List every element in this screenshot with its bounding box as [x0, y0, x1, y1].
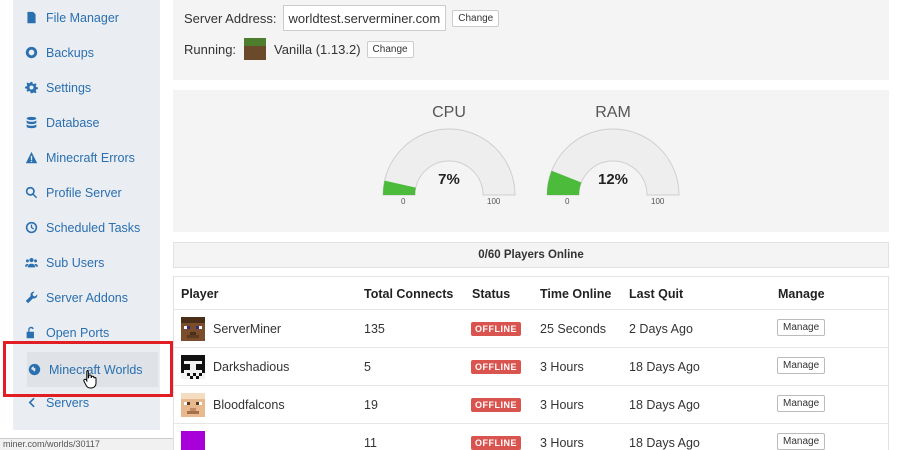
unlock-icon [24, 326, 38, 340]
users-icon [24, 256, 38, 270]
sidebar-item-database[interactable]: Database [13, 105, 160, 140]
sidebar-item-scheduled-tasks[interactable]: Scheduled Tasks [13, 210, 160, 245]
status-badge: OFFLINE [471, 398, 521, 412]
players-table: Player Total Connects Status Time Online… [173, 276, 889, 450]
player-connects: 135 [364, 322, 385, 336]
table-row: Bloodfalcons 19 OFFLINE 3 Hours 18 Days … [174, 385, 888, 423]
grass-block-icon [244, 38, 267, 60]
player-last-quit: 2 Days Ago [629, 322, 693, 336]
ram-gauge-min: 0 [565, 197, 570, 206]
sidebar-item-sub-users[interactable]: Sub Users [13, 245, 160, 280]
resource-gauges-panel: CPU 7% 0 100 RAM 12% 0 100 [173, 90, 889, 232]
sidebar-item-label: File Manager [46, 10, 119, 25]
column-header-total-connects: Total Connects [364, 287, 454, 301]
sidebar-item-label: Database [46, 115, 100, 130]
sidebar-item-label: Backups [46, 45, 94, 60]
globe-icon [27, 363, 41, 377]
table-row: Darkshadious 5 OFFLINE 3 Hours 18 Days A… [174, 347, 888, 385]
sidebar-item-file-manager[interactable]: File Manager [13, 0, 160, 35]
column-header-player: Player [181, 287, 219, 301]
sidebar-item-label: Profile Server [46, 185, 122, 200]
status-badge: OFFLINE [471, 360, 521, 374]
column-header-status: Status [472, 287, 511, 301]
status-badge: OFFLINE [471, 436, 521, 450]
server-address-label: Server Address: [184, 10, 277, 26]
player-name: Bloodfalcons [213, 398, 285, 412]
table-row: ServerMiner 135 OFFLINE 25 Seconds 2 Day… [174, 309, 888, 347]
server-info-panel: Server Address: worldtest.serverminer.co… [173, 0, 889, 80]
sidebar-item-label: Minecraft Errors [46, 150, 135, 165]
player-avatar-icon [181, 431, 205, 450]
sidebar-item-label: Settings [46, 80, 92, 95]
search-icon [24, 186, 38, 200]
manage-player-button[interactable]: Manage [777, 433, 826, 450]
sidebar-item-label: Server Addons [46, 290, 128, 305]
manage-player-button[interactable]: Manage [777, 319, 826, 336]
player-time-online: 3 Hours [540, 436, 584, 450]
player-time-online: 3 Hours [540, 398, 584, 412]
server-version: Vanilla (1.13.2) [274, 41, 361, 57]
sidebar-item-minecraft-errors[interactable]: Minecraft Errors [13, 140, 160, 175]
cpu-gauge-value: 7% [438, 171, 460, 188]
column-header-time-online: Time Online [540, 287, 612, 301]
wrench-icon [24, 291, 38, 305]
player-avatar-icon [181, 355, 205, 379]
player-connects: 19 [364, 398, 378, 412]
change-address-button[interactable]: Change [452, 9, 500, 27]
table-row: 11 OFFLINE 3 Hours 18 Days Ago Manage [174, 423, 888, 450]
sidebar-item-settings[interactable]: Settings [13, 70, 160, 105]
gear-icon [24, 81, 38, 95]
file-icon [24, 11, 38, 25]
sidebar-item-label: Servers [46, 395, 90, 410]
database-icon [24, 116, 38, 130]
server-address-field[interactable]: worldtest.serverminer.com [282, 5, 447, 31]
player-connects: 5 [364, 360, 371, 374]
sidebar-item-label: Open Ports [46, 325, 110, 340]
cpu-gauge-max: 100 [487, 197, 501, 206]
lifebuoy-icon [24, 46, 38, 60]
sidebar-item-open-ports[interactable]: Open Ports [13, 315, 160, 350]
player-avatar-icon [181, 317, 205, 341]
players-online-header: 0/60 Players Online [173, 242, 889, 268]
sidebar-item-servers[interactable]: Servers [13, 385, 160, 420]
sidebar-item-profile-server[interactable]: Profile Server [13, 175, 160, 210]
ram-gauge-title: RAM [595, 104, 631, 121]
player-time-online: 25 Seconds [540, 322, 607, 336]
player-avatar-icon [181, 393, 205, 417]
clock-icon [24, 221, 38, 235]
ram-gauge-value: 12% [597, 171, 629, 188]
cpu-gauge-title: CPU [432, 104, 466, 121]
sidebar-item-label: Scheduled Tasks [46, 220, 141, 235]
player-name: ServerMiner [213, 322, 282, 336]
column-header-manage: Manage [778, 287, 825, 301]
sidebar-item-server-addons[interactable]: Server Addons [13, 280, 160, 315]
status-badge: OFFLINE [471, 322, 521, 336]
player-last-quit: 18 Days Ago [629, 398, 700, 412]
warning-icon [24, 151, 38, 165]
change-version-button[interactable]: Change [366, 40, 414, 58]
manage-player-button[interactable]: Manage [777, 395, 826, 412]
cpu-gauge-min: 0 [401, 197, 406, 206]
hand-cursor-icon [83, 370, 97, 389]
player-connects: 11 [364, 436, 377, 450]
chevron-left-icon [24, 396, 38, 410]
player-last-quit: 18 Days Ago [629, 360, 700, 374]
column-header-last-quit: Last Quit [629, 287, 684, 301]
sidebar-item-backups[interactable]: Backups [13, 35, 160, 70]
player-name: Darkshadious [213, 360, 290, 374]
running-label: Running: [184, 41, 237, 57]
ram-gauge-max: 100 [651, 197, 665, 206]
manage-player-button[interactable]: Manage [777, 357, 826, 374]
player-last-quit: 18 Days Ago [629, 436, 700, 450]
player-time-online: 3 Hours [540, 360, 584, 374]
sidebar-item-label: Sub Users [46, 255, 105, 270]
